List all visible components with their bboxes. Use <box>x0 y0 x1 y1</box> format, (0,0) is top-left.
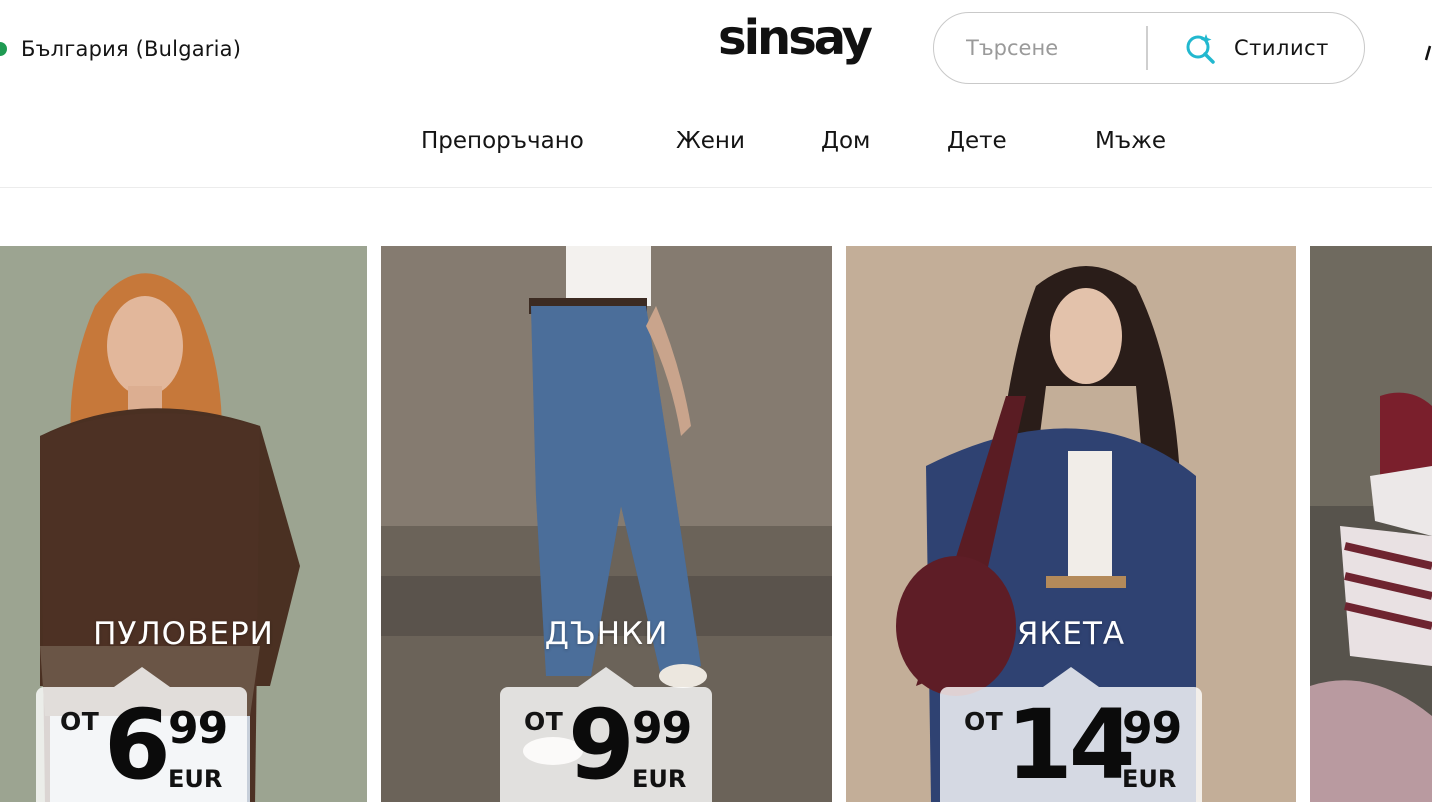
nav-item-kids[interactable]: Дете <box>947 128 1007 154</box>
price-integer: 9 <box>568 689 635 801</box>
svg-text:sinsay: sinsay <box>718 10 872 66</box>
price-integer: 6 <box>104 689 171 801</box>
search-input[interactable] <box>964 35 1146 61</box>
brand-logo[interactable]: sinsay <box>716 10 876 74</box>
brand-logo-icon: sinsay <box>718 10 876 66</box>
card-title: ЯКЕТА <box>1016 616 1126 652</box>
search-divider <box>1146 26 1148 70</box>
shoes-photo <box>1310 246 1432 802</box>
price-tag: ОТ 6 99 EUR <box>36 667 247 802</box>
ai-search-icon <box>1186 34 1215 64</box>
main-navigation: Препоръчано Жени Дом Дете Мъже <box>0 128 1432 168</box>
price-tag: ОТ 14 99 EUR <box>940 667 1202 802</box>
price-tag: ОТ 9 99 EUR <box>500 667 712 802</box>
price-prefix: ОТ <box>524 707 564 736</box>
nav-item-women[interactable]: Жени <box>676 128 745 154</box>
country-status-icon <box>0 42 7 56</box>
account-icon[interactable] <box>1424 40 1432 66</box>
price-currency: EUR <box>1122 765 1177 793</box>
country-selector[interactable]: България (Bulgaria) <box>0 32 241 66</box>
stylist-label: Стилист <box>1234 36 1329 60</box>
nav-divider <box>0 187 1432 188</box>
category-card-jackets[interactable]: ЯКЕТА ОТ 14 99 EUR <box>846 246 1296 802</box>
price-currency: EUR <box>168 765 223 793</box>
search-bar[interactable]: Стилист <box>933 12 1365 84</box>
category-card-sweaters[interactable]: ПУЛОВЕРИ ОТ 6 99 EUR <box>0 246 367 802</box>
card-title: ПУЛОВЕРИ <box>93 616 274 652</box>
country-label: България (Bulgaria) <box>21 37 242 61</box>
price-integer: 14 <box>1006 689 1136 801</box>
price-prefix: ОТ <box>964 707 1004 736</box>
price-decimal: 99 <box>632 703 692 754</box>
nav-item-recommended[interactable]: Препоръчано <box>421 128 584 154</box>
category-card-jeans[interactable]: ДЪНКИ ОТ 9 99 EUR <box>381 246 832 802</box>
stylist-button[interactable]: Стилист <box>1184 31 1329 65</box>
price-currency: EUR <box>632 765 687 793</box>
price-decimal: 99 <box>1122 703 1182 754</box>
price-decimal: 99 <box>168 703 228 754</box>
card-title: ДЪНКИ <box>544 616 669 652</box>
category-card-partial[interactable] <box>1310 246 1432 802</box>
nav-item-home[interactable]: Дом <box>821 128 870 154</box>
price-prefix: ОТ <box>60 707 100 736</box>
nav-item-men[interactable]: Мъже <box>1095 128 1166 154</box>
